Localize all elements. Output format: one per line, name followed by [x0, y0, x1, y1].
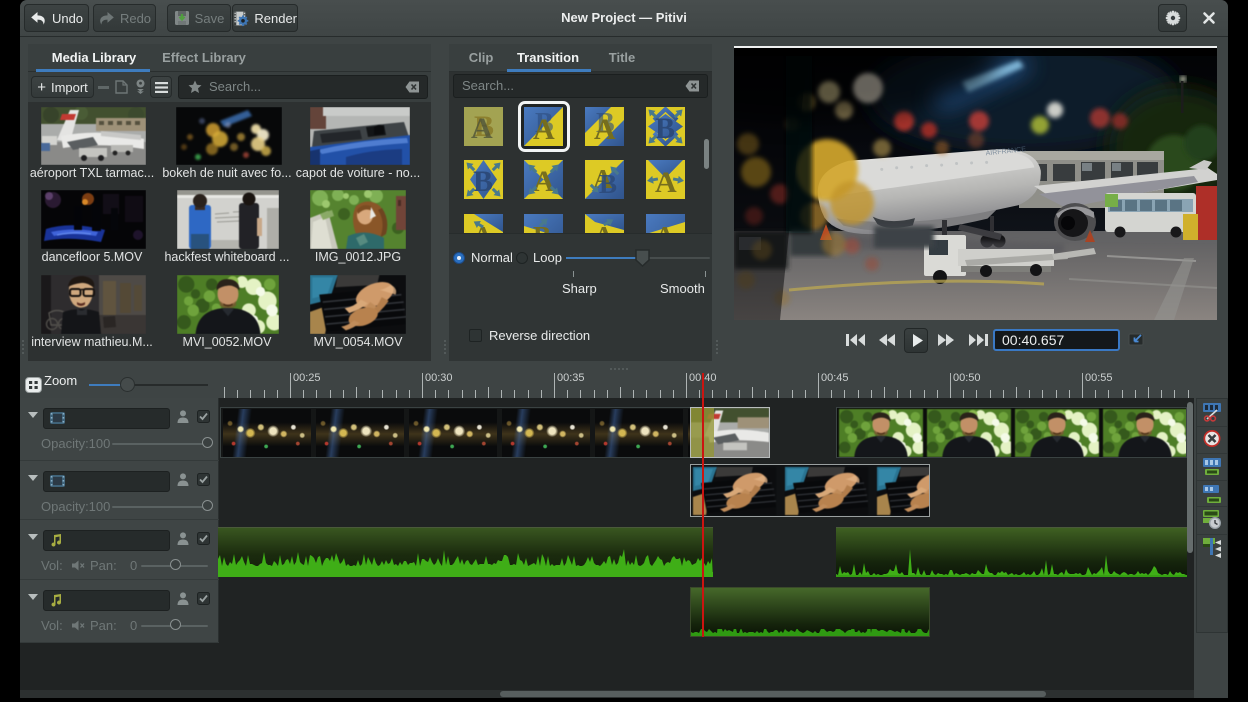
svg-text:A: A	[471, 112, 493, 145]
svg-text:A: A	[594, 113, 616, 146]
svg-text:B: B	[655, 112, 675, 145]
svg-text:B: B	[599, 169, 617, 199]
svg-text:B: B	[473, 165, 493, 198]
svg-text:A: A	[655, 166, 677, 199]
svg-text:A: A	[533, 113, 555, 146]
